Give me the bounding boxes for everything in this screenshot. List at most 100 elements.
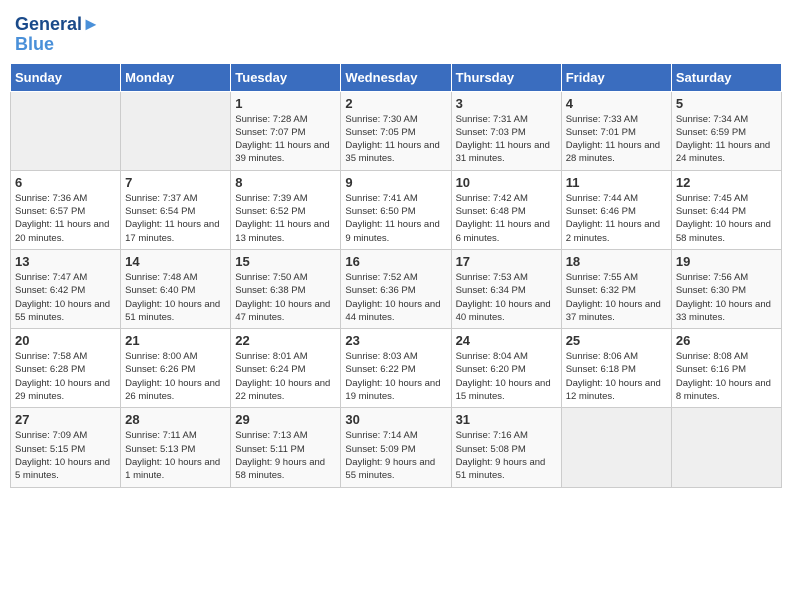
day-of-week-header: Sunday [11,63,121,91]
calendar-cell: 18 Sunrise: 7:55 AM Sunset: 6:32 PM Dayli… [561,249,671,328]
day-detail: Sunrise: 7:44 AM Sunset: 6:46 PM Dayligh… [566,192,667,245]
day-of-week-header: Friday [561,63,671,91]
day-number: 17 [456,254,557,269]
calendar-cell: 11 Sunrise: 7:44 AM Sunset: 6:46 PM Dayli… [561,170,671,249]
day-number: 6 [15,175,116,190]
day-number: 12 [676,175,777,190]
calendar-cell: 10Sunrise: 7:42 AM Sunset: 6:48 PM Dayli… [451,170,561,249]
day-number: 18 [566,254,667,269]
day-detail: Sunrise: 8:00 AM Sunset: 6:26 PM Dayligh… [125,350,226,403]
day-number: 21 [125,333,226,348]
calendar-cell: 16 Sunrise: 7:52 AM Sunset: 6:36 PM Dayli… [341,249,451,328]
day-of-week-header: Thursday [451,63,561,91]
day-detail: Sunrise: 7:56 AM Sunset: 6:30 PM Dayligh… [676,271,777,324]
day-detail: Sunrise: 7:14 AM Sunset: 5:09 PM Dayligh… [345,429,446,482]
logo: General► Blue [15,15,100,55]
calendar-week-row: 13Sunrise: 7:47 AM Sunset: 6:42 PM Dayli… [11,249,782,328]
day-number: 2 [345,96,446,111]
calendar-cell: 5 Sunrise: 7:34 AM Sunset: 6:59 PM Daylig… [671,91,781,170]
day-detail: Sunrise: 7:31 AM Sunset: 7:03 PM Dayligh… [456,113,557,166]
calendar-body: 1Sunrise: 7:28 AM Sunset: 7:07 PM Daylig… [11,91,782,487]
day-detail: Sunrise: 7:36 AM Sunset: 6:57 PM Dayligh… [15,192,116,245]
day-number: 23 [345,333,446,348]
calendar-cell: 19 Sunrise: 7:56 AM Sunset: 6:30 PM Dayli… [671,249,781,328]
calendar-cell: 12 Sunrise: 7:45 AM Sunset: 6:44 PM Dayli… [671,170,781,249]
calendar-cell: 24 Sunrise: 8:04 AM Sunset: 6:20 PM Dayli… [451,329,561,408]
calendar-cell: 13Sunrise: 7:47 AM Sunset: 6:42 PM Dayli… [11,249,121,328]
day-number: 25 [566,333,667,348]
calendar-cell: 6 Sunrise: 7:36 AM Sunset: 6:57 PM Daylig… [11,170,121,249]
day-number: 11 [566,175,667,190]
day-detail: Sunrise: 8:06 AM Sunset: 6:18 PM Dayligh… [566,350,667,403]
day-detail: Sunrise: 7:50 AM Sunset: 6:38 PM Dayligh… [235,271,336,324]
page-header: General► Blue [10,10,782,55]
day-detail: Sunrise: 7:53 AM Sunset: 6:34 PM Dayligh… [456,271,557,324]
calendar-cell [121,91,231,170]
day-number: 16 [345,254,446,269]
calendar-cell: 22Sunrise: 8:01 AM Sunset: 6:24 PM Dayli… [231,329,341,408]
day-of-week-header: Tuesday [231,63,341,91]
day-number: 30 [345,412,446,427]
day-detail: Sunrise: 7:48 AM Sunset: 6:40 PM Dayligh… [125,271,226,324]
day-number: 5 [676,96,777,111]
calendar-cell: 3 Sunrise: 7:31 AM Sunset: 7:03 PM Daylig… [451,91,561,170]
day-detail: Sunrise: 8:08 AM Sunset: 6:16 PM Dayligh… [676,350,777,403]
calendar-cell: 25 Sunrise: 8:06 AM Sunset: 6:18 PM Dayli… [561,329,671,408]
calendar-cell: 15 Sunrise: 7:50 AM Sunset: 6:38 PM Dayli… [231,249,341,328]
day-detail: Sunrise: 8:04 AM Sunset: 6:20 PM Dayligh… [456,350,557,403]
day-detail: Sunrise: 7:39 AM Sunset: 6:52 PM Dayligh… [235,192,336,245]
day-detail: Sunrise: 7:42 AM Sunset: 6:48 PM Dayligh… [456,192,557,245]
day-detail: Sunrise: 7:37 AM Sunset: 6:54 PM Dayligh… [125,192,226,245]
calendar-cell: 20 Sunrise: 7:58 AM Sunset: 6:28 PM Dayli… [11,329,121,408]
day-detail: Sunrise: 7:52 AM Sunset: 6:36 PM Dayligh… [345,271,446,324]
calendar-cell: 23Sunrise: 8:03 AM Sunset: 6:22 PM Dayli… [341,329,451,408]
day-detail: Sunrise: 7:11 AM Sunset: 5:13 PM Dayligh… [125,429,226,482]
calendar-cell: 29 Sunrise: 7:13 AM Sunset: 5:11 PM Dayli… [231,408,341,487]
day-number: 28 [125,412,226,427]
day-detail: Sunrise: 7:45 AM Sunset: 6:44 PM Dayligh… [676,192,777,245]
day-number: 9 [345,175,446,190]
day-number: 27 [15,412,116,427]
calendar-week-row: 1Sunrise: 7:28 AM Sunset: 7:07 PM Daylig… [11,91,782,170]
day-detail: Sunrise: 7:28 AM Sunset: 7:07 PM Dayligh… [235,113,336,166]
calendar-week-row: 20 Sunrise: 7:58 AM Sunset: 6:28 PM Dayli… [11,329,782,408]
calendar-cell: 30 Sunrise: 7:14 AM Sunset: 5:09 PM Dayli… [341,408,451,487]
day-number: 15 [235,254,336,269]
calendar-cell: 9Sunrise: 7:41 AM Sunset: 6:50 PM Daylig… [341,170,451,249]
calendar-cell: 2Sunrise: 7:30 AM Sunset: 7:05 PM Daylig… [341,91,451,170]
days-of-week-row: SundayMondayTuesdayWednesdayThursdayFrid… [11,63,782,91]
day-number: 4 [566,96,667,111]
logo-text: General► [15,15,100,35]
calendar-cell: 26 Sunrise: 8:08 AM Sunset: 6:16 PM Dayli… [671,329,781,408]
day-number: 20 [15,333,116,348]
day-of-week-header: Wednesday [341,63,451,91]
calendar-cell: 28 Sunrise: 7:11 AM Sunset: 5:13 PM Dayli… [121,408,231,487]
calendar-table: SundayMondayTuesdayWednesdayThursdayFrid… [10,63,782,488]
calendar-cell: 7 Sunrise: 7:37 AM Sunset: 6:54 PM Daylig… [121,170,231,249]
day-number: 31 [456,412,557,427]
calendar-week-row: 27Sunrise: 7:09 AM Sunset: 5:15 PM Dayli… [11,408,782,487]
day-of-week-header: Saturday [671,63,781,91]
calendar-week-row: 6 Sunrise: 7:36 AM Sunset: 6:57 PM Daylig… [11,170,782,249]
day-number: 29 [235,412,336,427]
calendar-cell: 4 Sunrise: 7:33 AM Sunset: 7:01 PM Daylig… [561,91,671,170]
calendar-cell: 31Sunrise: 7:16 AM Sunset: 5:08 PM Dayli… [451,408,561,487]
day-detail: Sunrise: 7:58 AM Sunset: 6:28 PM Dayligh… [15,350,116,403]
calendar-cell: 14 Sunrise: 7:48 AM Sunset: 6:40 PM Dayli… [121,249,231,328]
day-detail: Sunrise: 7:47 AM Sunset: 6:42 PM Dayligh… [15,271,116,324]
calendar-cell: 27Sunrise: 7:09 AM Sunset: 5:15 PM Dayli… [11,408,121,487]
day-number: 26 [676,333,777,348]
day-of-week-header: Monday [121,63,231,91]
day-number: 3 [456,96,557,111]
day-number: 22 [235,333,336,348]
calendar-cell: 8Sunrise: 7:39 AM Sunset: 6:52 PM Daylig… [231,170,341,249]
day-detail: Sunrise: 7:34 AM Sunset: 6:59 PM Dayligh… [676,113,777,166]
day-detail: Sunrise: 7:33 AM Sunset: 7:01 PM Dayligh… [566,113,667,166]
day-detail: Sunrise: 7:13 AM Sunset: 5:11 PM Dayligh… [235,429,336,482]
day-number: 7 [125,175,226,190]
day-number: 24 [456,333,557,348]
calendar-cell [561,408,671,487]
day-detail: Sunrise: 7:55 AM Sunset: 6:32 PM Dayligh… [566,271,667,324]
day-number: 19 [676,254,777,269]
day-number: 14 [125,254,226,269]
